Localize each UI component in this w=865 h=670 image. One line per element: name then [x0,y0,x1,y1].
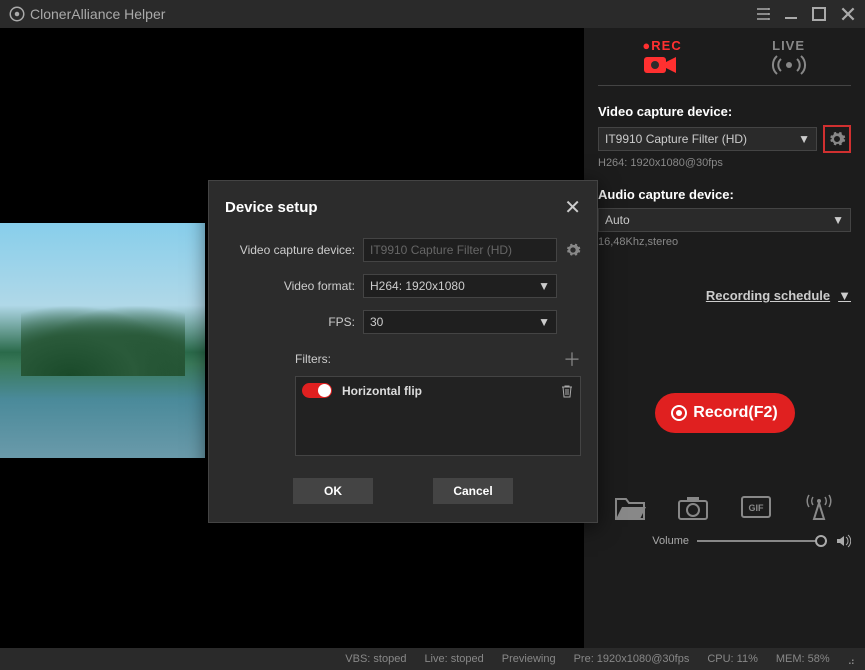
minimize-icon[interactable] [783,6,799,22]
cancel-button[interactable]: Cancel [433,478,513,504]
gear-icon [828,130,846,148]
modal-vcd-settings-button[interactable] [565,242,581,258]
status-cpu: CPU: 11% [707,653,758,665]
chevron-down-icon: ▼ [838,288,851,303]
modal-vcd-label: Video capture device: [225,243,355,257]
menu-icon[interactable] [755,6,771,22]
bottom-toolbar: GIF [598,493,851,521]
audio-info: 16,48Khz,stereo [598,236,851,248]
modal-fps-label: FPS: [225,315,355,329]
video-device-settings-button[interactable] [823,125,851,153]
modal-fps-select[interactable]: 30 ▼ [363,310,557,334]
maximize-icon[interactable] [811,6,827,22]
stream-button[interactable] [803,493,835,521]
delete-filter-button[interactable] [560,384,574,398]
broadcast-icon [771,53,807,77]
app-logo: ClonerAlliance Helper [8,5,165,23]
status-vbs: VBS: stoped [345,653,406,665]
status-bar: VBS: stoped Live: stoped Previewing Pre:… [0,648,865,670]
preview-image [0,223,205,458]
status-preview: Previewing [502,653,556,665]
volume-slider[interactable] [697,540,827,542]
modal-close-button[interactable]: ✕ [564,195,581,220]
record-button[interactable]: Record(F2) [655,393,795,433]
audio-device-label: Audio capture device: [598,187,851,202]
app-window: ClonerAlliance Helper ●REC [0,0,865,670]
modal-title: Device setup [225,199,318,216]
chevron-down-icon: ▼ [832,213,844,227]
titlebar: ClonerAlliance Helper [0,0,865,28]
folder-button[interactable] [614,493,646,521]
gif-button[interactable]: GIF [740,493,772,521]
filters-label: Filters: [295,352,331,366]
record-icon [671,405,687,421]
device-setup-modal: Device setup ✕ Video capture device: IT9… [208,180,598,523]
status-mem: MEM: 58% [776,653,830,665]
svg-text:GIF: GIF [749,503,765,513]
mode-tabs: ●REC LIVE [598,38,851,86]
status-live: Live: stoped [424,653,483,665]
window-controls [755,5,857,23]
modal-vcd-select[interactable]: IT9910 Capture Filter (HD) [363,238,557,262]
trash-icon [560,384,574,398]
filter-item: Horizontal flip [302,383,574,398]
chevron-down-icon: ▼ [538,315,550,329]
modal-vf-select[interactable]: H264: 1920x1080 ▼ [363,274,557,298]
tab-rec[interactable]: ●REC [642,38,681,77]
resize-grip-icon[interactable]: ⣠ [848,654,855,665]
app-title: ClonerAlliance Helper [30,6,165,22]
chevron-down-icon: ▼ [538,279,550,293]
close-icon[interactable] [839,5,857,23]
ok-button[interactable]: OK [293,478,373,504]
filters-list: Horizontal flip [295,376,581,456]
gear-icon [565,242,581,258]
audio-device-select[interactable]: Auto ▼ [598,208,851,232]
volume-label: Volume [652,535,689,547]
volume-control: Volume [598,533,851,549]
video-device-label: Video capture device: [598,104,851,119]
chevron-down-icon: ▼ [798,132,810,146]
filter-name: Horizontal flip [342,384,550,398]
logo-icon [8,5,26,23]
video-device-select[interactable]: IT9910 Capture Filter (HD) ▼ [598,127,817,151]
add-filter-button[interactable]: ＋ [563,346,581,372]
camera-icon [642,53,678,77]
video-info: H264: 1920x1080@30fps [598,157,851,169]
snapshot-button[interactable] [677,493,709,521]
recording-schedule-link[interactable]: Recording schedule ▼ [598,288,851,303]
modal-vf-label: Video format: [225,279,355,293]
status-pre: Pre: 1920x1080@30fps [574,653,690,665]
speaker-icon[interactable] [835,533,851,549]
filter-toggle[interactable] [302,383,332,398]
tab-live[interactable]: LIVE [771,38,807,77]
side-panel: ●REC LIVE Video capture device: IT9910 C… [584,28,865,648]
